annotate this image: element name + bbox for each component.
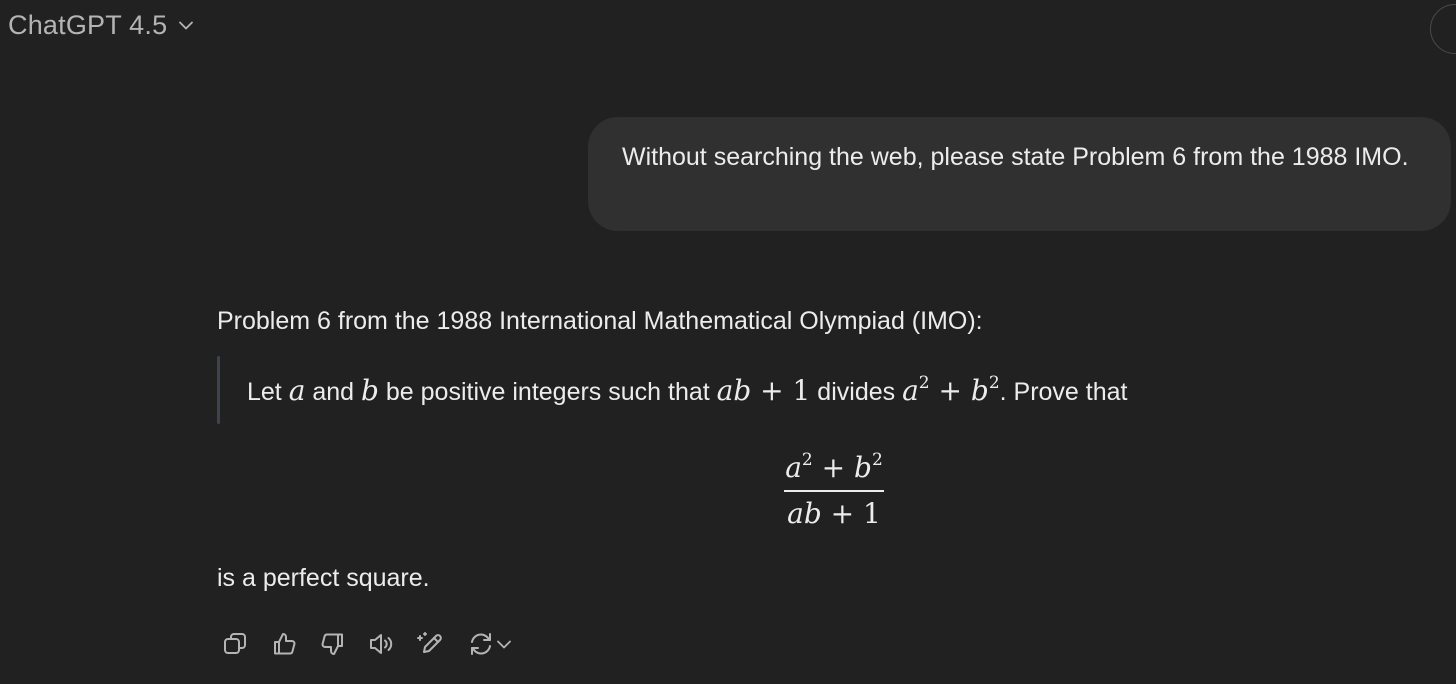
read-aloud-icon: [367, 630, 397, 658]
blockquote-bar: [217, 356, 220, 424]
quote-line: Let a and b be positive integers such th…: [247, 374, 1128, 407]
fraction-numerator: a2 + b2: [784, 448, 884, 488]
math-plus: +: [929, 373, 971, 407]
bad-response-button[interactable]: [317, 628, 349, 660]
quote-text: divides: [810, 377, 903, 406]
math-exponent: 2: [918, 372, 930, 393]
edit-in-canvas-button[interactable]: [415, 628, 447, 660]
assistant-outro-text: is a perfect square.: [217, 564, 430, 592]
quote-text: be positive integers such that: [378, 377, 717, 406]
model-selector[interactable]: ChatGPT 4.5: [8, 10, 195, 41]
math-plus-one: + 1: [821, 497, 881, 530]
user-message-text: Without searching the web, please state …: [622, 143, 1409, 171]
edit-canvas-icon: [416, 630, 446, 658]
chat-window: ChatGPT 4.5 Without searching the web, p…: [0, 0, 1456, 684]
math-plus: +: [812, 451, 855, 484]
fraction-denominator: ab + 1: [784, 494, 884, 534]
good-response-button[interactable]: [268, 628, 300, 660]
math-exponent: 2: [871, 450, 883, 470]
assistant-intro-text: Problem 6 from the 1988 International Ma…: [217, 307, 983, 335]
copy-button[interactable]: [219, 628, 251, 660]
model-title: ChatGPT 4.5: [8, 10, 168, 40]
regenerate-button[interactable]: [464, 628, 516, 660]
quote-text: Let: [247, 377, 289, 406]
thumbs-down-icon: [319, 630, 347, 658]
assistant-message: Problem 6 from the 1988 International Ma…: [217, 300, 1417, 592]
math-var-b: b: [361, 373, 379, 407]
message-action-bar: [219, 628, 516, 660]
chevron-down-icon: [177, 12, 195, 39]
math-exponent: 2: [988, 372, 1000, 393]
math-var-b: b: [854, 451, 872, 484]
math-var-a: a: [288, 373, 306, 407]
math-ab: ab: [716, 373, 752, 407]
math-fraction: a2 + b2 ab + 1: [784, 448, 884, 534]
math-var-a: a: [785, 451, 802, 484]
read-aloud-button[interactable]: [366, 628, 398, 660]
math-plus-one: + 1: [751, 373, 811, 407]
math-ab: ab: [787, 497, 822, 530]
thumbs-up-icon: [270, 630, 298, 658]
quote-text: . Prove that: [999, 377, 1128, 406]
copy-icon: [221, 630, 249, 658]
fraction-bar: [784, 490, 884, 492]
regenerate-icon: [467, 630, 495, 658]
profile-avatar-button[interactable]: [1430, 4, 1456, 54]
user-message-bubble: Without searching the web, please state …: [588, 117, 1451, 231]
chevron-down-icon: [495, 635, 513, 653]
math-var-b: b: [970, 373, 989, 407]
problem-blockquote: Let a and b be positive integers such th…: [217, 356, 1417, 424]
quote-text: and: [305, 377, 362, 406]
math-exponent: 2: [801, 450, 813, 470]
math-var-a: a: [902, 373, 919, 407]
